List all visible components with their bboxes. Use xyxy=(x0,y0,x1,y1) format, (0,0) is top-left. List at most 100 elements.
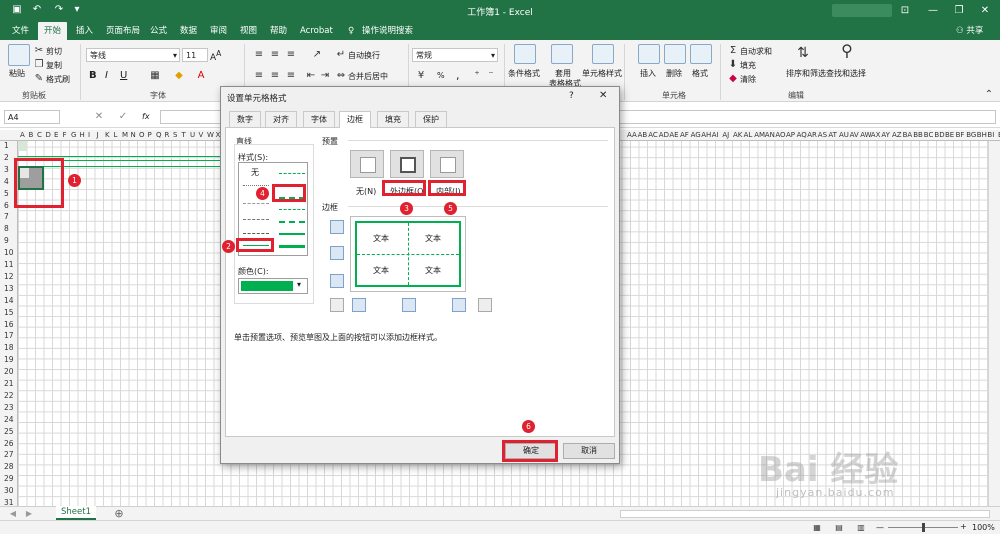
column-header[interactable]: M xyxy=(122,130,128,140)
column-header[interactable]: D xyxy=(46,130,51,140)
row-header[interactable]: 10 xyxy=(0,248,17,257)
wrap-text-button[interactable]: 自动换行 xyxy=(348,50,380,61)
column-header[interactable]: AI xyxy=(712,130,719,140)
prev-sheet-icon[interactable]: ◀ xyxy=(6,507,20,521)
find-select-button[interactable]: 查找和选择 xyxy=(826,68,866,79)
bold-button[interactable]: B xyxy=(89,70,97,81)
column-header[interactable]: V xyxy=(199,130,204,140)
preset-inside-button[interactable] xyxy=(430,150,464,178)
line-style-option[interactable] xyxy=(279,221,305,223)
line-style-option[interactable] xyxy=(243,233,269,234)
row-header[interactable]: 15 xyxy=(0,308,17,317)
tab-review[interactable]: 审阅 xyxy=(204,22,233,40)
row-header[interactable]: 19 xyxy=(0,355,17,364)
row-header[interactable]: 13 xyxy=(0,284,17,293)
tab-help[interactable]: 帮助 xyxy=(264,22,293,40)
column-header[interactable]: R xyxy=(165,130,170,140)
zoom-slider-thumb[interactable] xyxy=(922,523,925,532)
column-header[interactable]: G xyxy=(71,130,76,140)
column-header[interactable]: AU xyxy=(839,130,849,140)
comma-button[interactable]: , xyxy=(456,69,460,82)
paste-label[interactable]: 粘贴 xyxy=(9,68,25,79)
column-header[interactable]: BB xyxy=(913,130,923,140)
column-header[interactable]: B xyxy=(29,130,34,140)
tab-page-layout[interactable]: 页面布局 xyxy=(100,22,146,40)
tab-formulas[interactable]: 公式 xyxy=(144,22,173,40)
row-header[interactable]: 25 xyxy=(0,427,17,436)
row-header[interactable]: 29 xyxy=(0,474,17,483)
name-box[interactable]: A4 xyxy=(4,110,60,124)
preset-none-label[interactable]: 无(N) xyxy=(356,186,376,197)
delete-cells-button[interactable]: 删除 xyxy=(666,68,682,79)
next-sheet-icon[interactable]: ▶ xyxy=(22,507,36,521)
column-header[interactable]: BE xyxy=(945,130,954,140)
column-header[interactable]: BA xyxy=(903,130,913,140)
column-header[interactable]: BH xyxy=(977,130,987,140)
percent-button[interactable]: % xyxy=(437,71,445,80)
column-header[interactable]: AQ xyxy=(797,130,807,140)
column-header[interactable]: P xyxy=(148,130,152,140)
line-style-option[interactable] xyxy=(279,233,305,235)
cancel-button[interactable]: 取消 xyxy=(563,443,615,459)
align-center-icon[interactable]: ≡ xyxy=(268,69,282,83)
column-header[interactable]: BI xyxy=(987,130,994,140)
tell-me-search[interactable]: 操作说明搜索 xyxy=(356,22,419,40)
delete-cells-icon[interactable] xyxy=(664,44,686,64)
column-header[interactable]: A xyxy=(20,130,25,140)
clear-button[interactable]: 清除 xyxy=(740,74,756,85)
column-header[interactable]: K xyxy=(105,130,110,140)
conditional-format-button[interactable]: 条件格式 xyxy=(508,68,540,79)
cut-icon[interactable]: ✂ xyxy=(32,44,46,58)
column-header[interactable]: AF xyxy=(680,130,689,140)
insert-function-button[interactable]: fx xyxy=(142,112,150,121)
fill-color-icon[interactable]: ◆ xyxy=(172,69,186,83)
decrease-decimal-icon[interactable]: ⁻ xyxy=(484,69,498,83)
copy-icon[interactable]: ❐ xyxy=(32,58,46,72)
row-header[interactable]: 26 xyxy=(0,439,17,448)
close-icon[interactable]: ✕ xyxy=(970,0,1000,22)
column-header[interactable]: L xyxy=(114,130,118,140)
row-header[interactable]: 17 xyxy=(0,331,17,340)
border-diagonal-up-button[interactable] xyxy=(330,298,344,312)
column-header[interactable]: AV xyxy=(850,130,859,140)
autosum-icon[interactable]: Σ xyxy=(726,44,740,58)
tab-insert[interactable]: 插入 xyxy=(70,22,99,40)
line-color-picker[interactable]: ▾ xyxy=(238,278,308,294)
column-header[interactable]: C xyxy=(37,130,42,140)
row-header[interactable]: 12 xyxy=(0,272,17,281)
italic-button[interactable]: I xyxy=(105,70,108,81)
row-header[interactable]: 30 xyxy=(0,486,17,495)
row-header[interactable]: 24 xyxy=(0,415,17,424)
cell-styles-button[interactable]: 单元格样式 xyxy=(582,68,622,79)
line-style-option[interactable] xyxy=(243,185,269,186)
cancel-entry-icon[interactable]: ✕ xyxy=(92,110,106,124)
column-header[interactable]: I xyxy=(88,130,90,140)
normal-view-icon[interactable]: ▦ xyxy=(810,521,824,535)
border-left-button[interactable] xyxy=(352,298,366,312)
dialog-tab-number[interactable]: 数字 xyxy=(229,111,261,127)
column-header[interactable]: AS xyxy=(818,130,827,140)
column-header[interactable]: W xyxy=(207,130,214,140)
column-header[interactable]: T xyxy=(182,130,186,140)
insert-cells-button[interactable]: 插入 xyxy=(640,68,656,79)
wrap-text-icon[interactable]: ↵ xyxy=(334,48,348,62)
border-top-button[interactable] xyxy=(330,220,344,234)
column-header[interactable]: BG xyxy=(966,130,976,140)
border-right-button[interactable] xyxy=(452,298,466,312)
align-bottom-icon[interactable]: ≡ xyxy=(284,48,298,62)
column-header[interactable]: AL xyxy=(744,130,753,140)
conditional-format-icon[interactable] xyxy=(514,44,536,64)
column-header[interactable]: BC xyxy=(924,130,934,140)
fill-button[interactable]: 填充 xyxy=(740,60,756,71)
row-header[interactable]: 11 xyxy=(0,260,17,269)
border-bottom-button[interactable] xyxy=(330,274,344,288)
orientation-icon[interactable]: ↗ xyxy=(310,48,324,62)
column-header[interactable]: F xyxy=(63,130,67,140)
border-inside-horizontal-button[interactable] xyxy=(330,246,344,260)
row-header[interactable]: 14 xyxy=(0,296,17,305)
align-middle-icon[interactable]: ≡ xyxy=(268,48,282,62)
insert-cells-icon[interactable] xyxy=(638,44,660,64)
column-header[interactable]: AA xyxy=(627,130,637,140)
dialog-tab-alignment[interactable]: 对齐 xyxy=(265,111,297,127)
row-header[interactable]: 23 xyxy=(0,403,17,412)
